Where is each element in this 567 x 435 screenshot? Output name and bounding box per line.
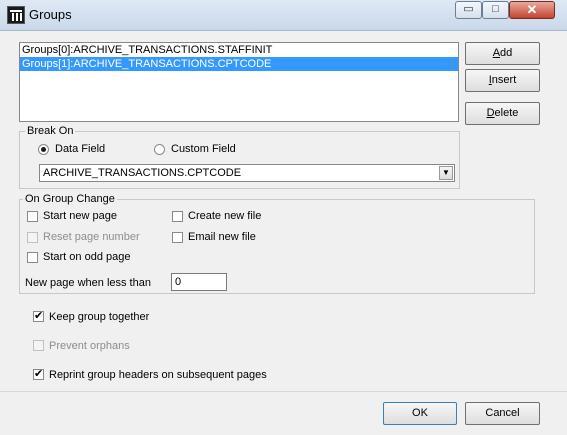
list-item-selected[interactable]: Groups[1]:ARCHIVE_TRANSACTIONS.CPTCODE xyxy=(20,57,458,71)
email-new-file-checkbox[interactable] xyxy=(172,232,183,243)
reset-page-number-label: Reset page number xyxy=(43,231,140,243)
add-button-label: dd xyxy=(500,47,513,59)
add-button[interactable]: Add xyxy=(465,42,540,65)
reprint-headers-label[interactable]: Reprint group headers on subsequent page… xyxy=(49,369,267,382)
minimize-button[interactable]: ▭ xyxy=(455,1,482,19)
list-item[interactable]: Groups[0]:ARCHIVE_TRANSACTIONS.STAFFINIT xyxy=(20,43,458,57)
new-page-when-less-than-label: New page when less than xyxy=(25,277,151,289)
custom-field-label[interactable]: Custom Field xyxy=(171,143,236,156)
break-field-dropdown[interactable]: ARCHIVE_TRANSACTIONS.CPTCODE ▼ xyxy=(39,164,455,182)
keep-group-together-checkbox[interactable]: ✔ xyxy=(33,311,44,322)
app-icon xyxy=(7,6,25,24)
delete-button[interactable]: Delete xyxy=(465,102,540,125)
start-on-odd-page-label[interactable]: Start on odd page xyxy=(43,251,130,264)
custom-field-radio[interactable] xyxy=(154,144,165,155)
insert-button-label: nsert xyxy=(491,74,517,86)
start-new-page-label[interactable]: Start new page xyxy=(43,210,117,223)
chevron-down-icon[interactable]: ▼ xyxy=(439,166,453,180)
check-mark-icon: ✔ xyxy=(34,310,44,322)
minimize-icon: ▭ xyxy=(463,3,474,15)
create-new-file-checkbox[interactable] xyxy=(172,211,183,222)
insert-button[interactable]: Insert xyxy=(465,69,540,92)
window-title: Groups xyxy=(29,7,72,22)
cancel-button[interactable]: Cancel xyxy=(465,402,540,425)
start-new-page-checkbox[interactable] xyxy=(27,211,38,222)
check-mark-icon: ✔ xyxy=(34,368,44,380)
ok-button[interactable]: OK xyxy=(383,402,457,425)
title-bar: Groups ▭ □ ✕ xyxy=(0,0,567,31)
data-field-radio[interactable] xyxy=(38,144,49,155)
data-field-label[interactable]: Data Field xyxy=(55,143,105,156)
prevent-orphans-label: Prevent orphans xyxy=(49,340,130,352)
create-new-file-label[interactable]: Create new file xyxy=(188,210,261,223)
delete-button-label: elete xyxy=(494,107,519,119)
start-on-odd-page-checkbox[interactable] xyxy=(27,252,38,263)
reset-page-number-checkbox xyxy=(27,232,38,243)
maximize-button[interactable]: □ xyxy=(482,1,509,19)
break-field-value: ARCHIVE_TRANSACTIONS.CPTCODE xyxy=(43,167,242,179)
add-button-mnemonic: A xyxy=(492,47,501,59)
maximize-icon: □ xyxy=(492,3,499,15)
prevent-orphans-checkbox xyxy=(33,340,44,351)
break-on-label: Break On xyxy=(25,125,76,137)
close-icon: ✕ xyxy=(526,2,538,17)
reprint-headers-checkbox[interactable]: ✔ xyxy=(33,369,44,380)
delete-button-mnemonic: D xyxy=(486,107,495,119)
keep-group-together-label[interactable]: Keep group together xyxy=(49,311,149,324)
close-button[interactable]: ✕ xyxy=(509,1,555,19)
on-group-change-label: On Group Change xyxy=(23,193,117,205)
footer-separator xyxy=(0,391,567,392)
new-page-when-less-than-input[interactable] xyxy=(171,273,227,291)
email-new-file-label[interactable]: Email new file xyxy=(188,231,256,244)
groups-listbox[interactable]: Groups[0]:ARCHIVE_TRANSACTIONS.STAFFINIT… xyxy=(19,42,459,122)
